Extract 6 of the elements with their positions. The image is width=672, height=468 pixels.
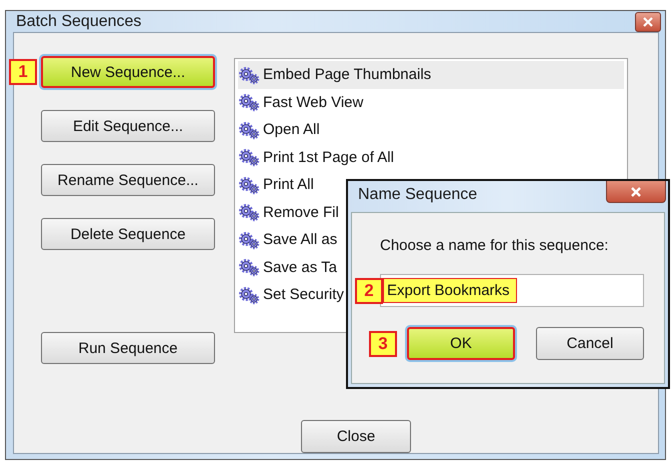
window-title: Batch Sequences <box>16 12 142 30</box>
prompt-label: Choose a name for this sequence: <box>380 237 610 254</box>
step-marker: 1 <box>9 59 37 85</box>
step-marker: 2 <box>355 278 383 304</box>
step-marker: 3 <box>369 330 397 356</box>
dialog-title: Name Sequence <box>358 186 478 204</box>
